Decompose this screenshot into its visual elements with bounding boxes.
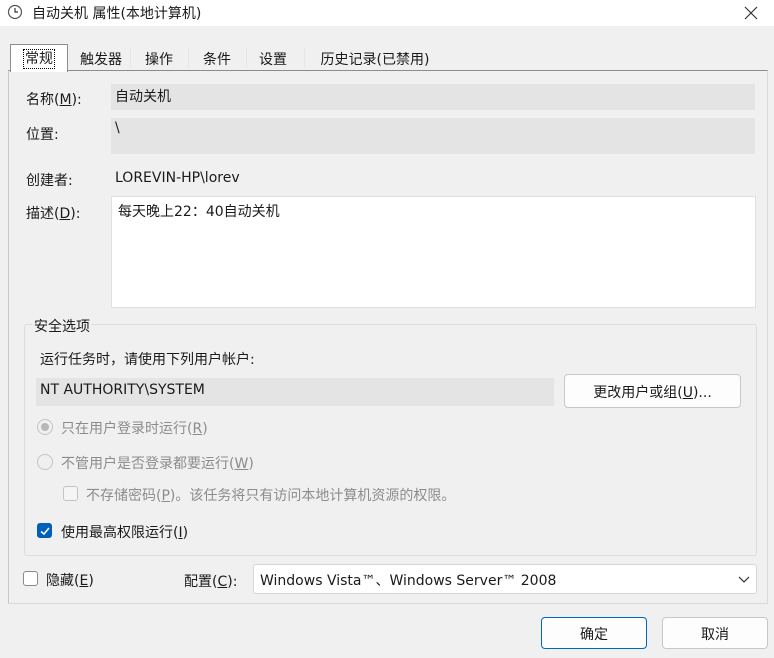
description-textarea[interactable]: 每天晚上22：40自动关机: [111, 196, 756, 308]
tab-label: 触发器: [80, 52, 122, 68]
configure-for-label: 配置(C):: [184, 571, 237, 591]
access-key: D: [59, 206, 71, 222]
location-field: \: [111, 118, 755, 154]
security-options-title: 安全选项: [32, 316, 92, 336]
run-highest-privileges-checkbox[interactable]: [37, 523, 52, 538]
name-value: 自动关机: [115, 89, 171, 105]
name-label: 名称(M):: [26, 89, 82, 109]
tab-conditions[interactable]: 条件: [188, 46, 246, 70]
location-label: 位置:: [26, 127, 59, 143]
label-text: 不管用户是否登录都要运行(: [61, 456, 235, 472]
do-not-store-password-checkbox[interactable]: [63, 486, 78, 501]
label-text: 隐藏(: [46, 573, 80, 589]
button-text: )...: [692, 385, 712, 401]
run-highest-privileges-label: 使用最高权限运行(I): [61, 522, 188, 542]
tab-label: 条件: [203, 52, 231, 68]
label-text: ):: [70, 206, 81, 222]
access-key: P: [161, 488, 170, 504]
tab-history[interactable]: 历史记录(已禁用): [306, 46, 444, 70]
change-user-button[interactable]: 更改用户或组(U)...: [564, 374, 741, 408]
configure-for-select[interactable]: Windows Vista™、Windows Server™ 2008: [253, 564, 757, 594]
hidden-checkbox[interactable]: [23, 571, 38, 586]
access-key: R: [192, 421, 203, 437]
label-text: ): [88, 573, 94, 589]
clock-icon: [7, 4, 23, 20]
account-value: NT AUTHORITY\SYSTEM: [40, 382, 205, 398]
label-text: ): [202, 421, 208, 437]
author-value: LOREVIN-HP\lorev: [115, 170, 240, 186]
tab-label: 常规: [23, 49, 55, 69]
label-text: 配置(: [184, 574, 218, 590]
chevron-down-icon: [738, 573, 750, 589]
label-text: ): [248, 456, 254, 472]
label-text: 使用最高权限运行(: [61, 525, 179, 541]
label-text: 只在用户登录时运行(: [61, 421, 193, 437]
tab-settings[interactable]: 设置: [246, 46, 300, 70]
cancel-button[interactable]: 取消: [662, 617, 768, 649]
close-button[interactable]: [728, 0, 774, 26]
tab-separator: [304, 48, 305, 68]
radio-run-logged-on[interactable]: [37, 419, 53, 435]
tab-label: 设置: [259, 52, 287, 68]
configure-for-value: Windows Vista™、Windows Server™ 2008: [260, 573, 557, 589]
description-value: 每天晚上22：40自动关机: [118, 204, 280, 220]
hidden-label: 隐藏(E): [46, 570, 94, 590]
label-text: 不存储密码(: [86, 488, 162, 504]
title-bar: 自动关机 属性(本地计算机): [0, 0, 774, 26]
tab-triggers[interactable]: 触发器: [72, 46, 130, 70]
access-key: U: [682, 385, 693, 401]
close-icon: [744, 6, 758, 20]
access-key: M: [59, 92, 72, 108]
tab-label: 历史记录(已禁用): [320, 52, 430, 68]
author-label: 创建者:: [26, 173, 73, 189]
tab-actions[interactable]: 操作: [130, 46, 188, 70]
description-label: 描述(D):: [26, 203, 80, 223]
label-text: ): [182, 525, 189, 541]
user-account-field: NT AUTHORITY\SYSTEM: [36, 378, 554, 406]
run-as-label: 运行任务时，请使用下列用户帐户:: [40, 352, 255, 368]
location-value: \: [115, 120, 120, 136]
do-not-store-password-label: 不存储密码(P)。该任务将只有访问本地计算机资源的权限。: [86, 485, 455, 505]
label-text: )。该任务将只有访问本地计算机资源的权限。: [169, 488, 456, 504]
label-text: ):: [71, 92, 82, 108]
radio-run-whether-label: 不管用户是否登录都要运行(W): [61, 453, 254, 473]
label-text: 名称(: [26, 92, 60, 108]
label-text: ):: [227, 574, 238, 590]
access-key: E: [79, 573, 89, 589]
name-field[interactable]: 自动关机: [111, 84, 755, 110]
tab-general[interactable]: 常规: [10, 44, 68, 72]
ok-button[interactable]: 确定: [541, 617, 647, 649]
window-title: 自动关机 属性(本地计算机): [32, 6, 202, 22]
radio-run-logged-on-label: 只在用户登录时运行(R): [61, 418, 208, 438]
access-key: W: [234, 456, 249, 472]
button-text: 更改用户或组(: [593, 385, 683, 401]
dialog-client: 常规 触发器 操作 条件 设置 历史记录(已禁用) 名称(M): 自动关机 位置…: [0, 26, 774, 658]
checkmark-icon: [40, 527, 50, 536]
radio-run-whether-logged-on[interactable]: [37, 454, 53, 470]
label-text: 描述(: [26, 206, 60, 222]
tab-label: 操作: [145, 52, 173, 68]
access-key: C: [217, 574, 228, 590]
